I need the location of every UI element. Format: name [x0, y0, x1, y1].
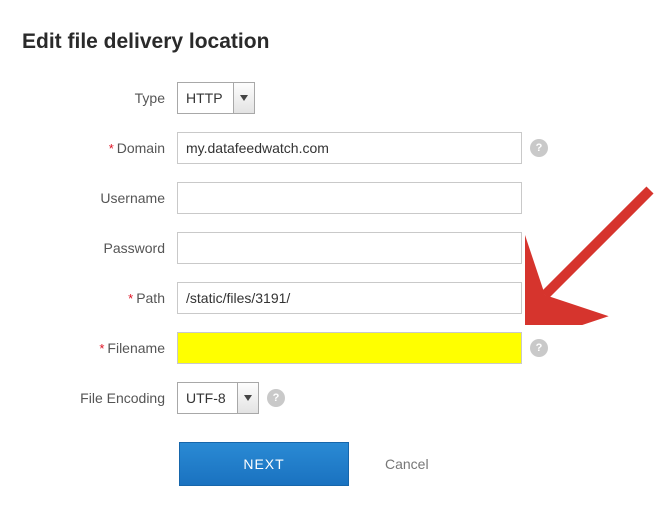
username-input[interactable]: [177, 182, 522, 214]
label-type: Type: [22, 90, 177, 106]
path-input[interactable]: [177, 282, 522, 314]
cancel-button[interactable]: Cancel: [385, 456, 429, 472]
row-username: Username: [22, 182, 630, 214]
help-icon[interactable]: ?: [530, 139, 548, 157]
row-type: Type HTTP: [22, 82, 630, 114]
row-path: *Path ?: [22, 282, 630, 314]
type-select[interactable]: HTTP: [177, 82, 255, 114]
row-filename: *Filename ?: [22, 332, 630, 364]
help-icon[interactable]: ?: [530, 289, 548, 307]
next-button[interactable]: NEXT: [179, 442, 349, 486]
domain-input[interactable]: [177, 132, 522, 164]
label-encoding: File Encoding: [22, 390, 177, 406]
label-filename: *Filename: [22, 340, 177, 357]
row-password: Password: [22, 232, 630, 264]
type-select-value: HTTP: [177, 82, 233, 114]
required-asterisk: *: [99, 341, 104, 356]
form-actions: NEXT Cancel: [179, 442, 630, 486]
label-path: *Path: [22, 290, 177, 307]
help-icon[interactable]: ?: [530, 339, 548, 357]
page-title: Edit file delivery location: [22, 30, 630, 54]
chevron-down-icon[interactable]: [233, 82, 255, 114]
required-asterisk: *: [128, 291, 133, 306]
help-icon[interactable]: ?: [267, 389, 285, 407]
encoding-select-value: UTF-8: [177, 382, 237, 414]
chevron-down-icon[interactable]: [237, 382, 259, 414]
password-input[interactable]: [177, 232, 522, 264]
label-username: Username: [22, 190, 177, 206]
label-password: Password: [22, 240, 177, 256]
filename-input[interactable]: [177, 332, 522, 364]
required-asterisk: *: [109, 141, 114, 156]
encoding-select[interactable]: UTF-8: [177, 382, 259, 414]
row-domain: *Domain ?: [22, 132, 630, 164]
row-encoding: File Encoding UTF-8 ?: [22, 382, 630, 414]
label-domain: *Domain: [22, 140, 177, 157]
